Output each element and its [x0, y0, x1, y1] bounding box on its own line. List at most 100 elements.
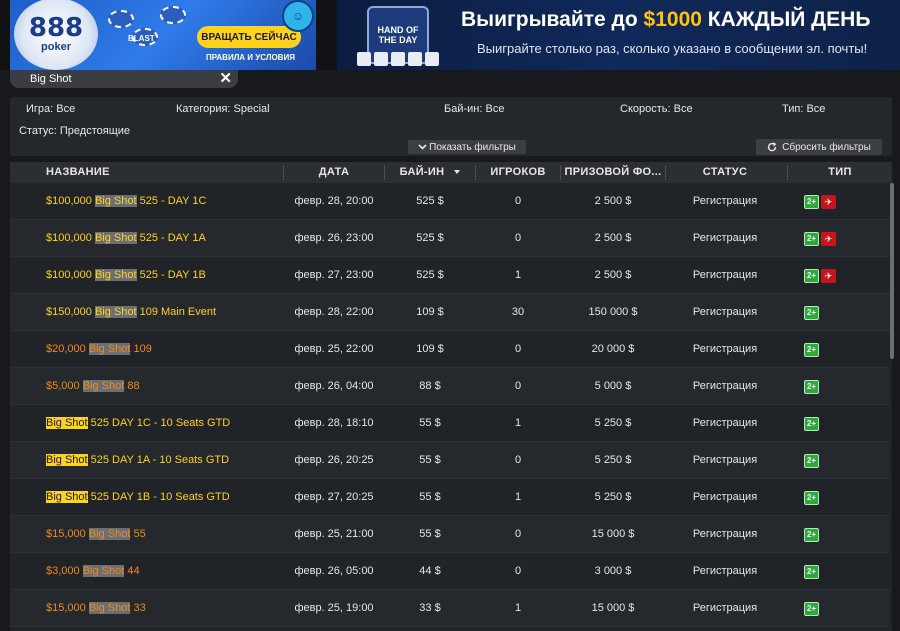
tournament-table: НАЗВАНИЕ ДАТА БАЙ-ИН ИГРОКОВ ПРИЗОВОЙ ФО…: [10, 162, 894, 631]
cell-type-icons: 2+: [804, 491, 819, 505]
search-highlight: Big Shot: [46, 417, 88, 429]
search-highlight: Big Shot: [94, 232, 137, 244]
filter-panel: Игра: Все Категория: Special Бай-ин: Все…: [10, 97, 892, 156]
cell-prize: 20 000 $: [591, 343, 635, 355]
satellite-icon: ✈: [821, 195, 836, 209]
filter-buyin[interactable]: Бай-ин: Все: [444, 103, 504, 115]
search-highlight: Big Shot: [82, 565, 125, 577]
tournament-name[interactable]: $100,000 Big Shot 525 - DAY 1A: [46, 220, 286, 257]
cell-type-icons: 2+: [804, 380, 819, 394]
cell-buyin: 55 $: [419, 454, 441, 466]
table-row[interactable]: Big Shot 525 DAY 1C - 10 Seats GTD февр. …: [10, 405, 890, 442]
table-row[interactable]: $100,000 Big Shot 525 - DAY 1C февр. 28, …: [10, 183, 890, 220]
column-status[interactable]: СТАТУС: [666, 162, 784, 183]
cell-date: февр. 26, 23:00: [294, 232, 374, 244]
refresh-icon: [767, 142, 777, 152]
cell-date: февр. 26, 05:00: [294, 565, 374, 577]
table-row[interactable]: $100,000 Big Shot 525 - DAY 1B февр. 27, …: [10, 257, 890, 294]
table-row[interactable]: $20,000 Big Shot 109 февр. 25, 22:00 109 $…: [10, 331, 890, 368]
table-row[interactable]: $15,000 Big Shot 55 февр. 25, 21:00 55 $ 0 1…: [10, 516, 890, 553]
cell-date: февр. 25, 19:00: [294, 602, 374, 614]
cell-players: 1: [514, 491, 522, 503]
cell-date: февр. 28, 18:10: [294, 417, 374, 429]
table-row[interactable]: $3,000 Big Shot 44 февр. 26, 05:00 44 $ 0 3 …: [10, 553, 890, 590]
tournament-name[interactable]: $15,000 Big Shot 55: [46, 516, 286, 553]
cell-buyin: 109 $: [416, 306, 444, 318]
cell-type-icons: 2+ ✈: [804, 232, 836, 246]
cell-players: 0: [514, 232, 522, 244]
tournament-name[interactable]: Big Shot 525 DAY 1B - 10 Seats GTD: [46, 479, 286, 516]
tournament-name[interactable]: Big Shot 525 DAY 1C - 10 Seats GTD: [46, 405, 286, 442]
chevron-down-icon: [418, 144, 427, 150]
search-chip[interactable]: Big Shot ✕: [10, 70, 238, 88]
cell-buyin: 525 $: [416, 232, 444, 244]
filter-game[interactable]: Игра: Все: [26, 103, 75, 115]
search-value: Big Shot: [30, 73, 72, 85]
cell-buyin: 55 $: [419, 528, 441, 540]
cell-type-icons: 2+: [804, 454, 819, 468]
table-row[interactable]: $5,000 Big Shot 88 февр. 26, 04:00 88 $ 0 5 …: [10, 368, 890, 405]
reset-filters-button[interactable]: Сбросить фильтры: [756, 139, 882, 155]
promo-banner-spin[interactable]: 888 poker BLAST ВРАЩАТЬ СЕЙЧАС ПРАВИЛА И…: [10, 0, 316, 70]
cell-date: февр. 25, 22:00: [294, 343, 374, 355]
table-row[interactable]: $15,000 Big Shot 33 февр. 25, 19:00 33 $ 1 1…: [10, 590, 890, 627]
column-type[interactable]: ТИП: [788, 162, 892, 183]
cell-players: 0: [514, 454, 522, 466]
column-name[interactable]: НАЗВАНИЕ: [46, 162, 166, 183]
column-buyin[interactable]: БАЙ-ИН: [385, 162, 475, 183]
table-row[interactable]: Big Shot 525 DAY 1A - 10 Seats GTD февр. …: [10, 442, 890, 479]
table-row[interactable]: $150,000 Big Shot 109 Main Event февр. 28…: [10, 294, 890, 331]
show-filters-button[interactable]: Показать фильтры: [408, 140, 526, 154]
cell-type-icons: 2+: [804, 343, 819, 357]
poker-chips-icon: BLAST: [102, 4, 192, 64]
filter-status[interactable]: Статус: Предстоящие: [19, 125, 130, 137]
cell-type-icons: 2+: [804, 417, 819, 431]
tournament-name[interactable]: $150,000 Big Shot 109 Main Event: [46, 294, 286, 331]
cell-buyin: 88 $: [419, 380, 441, 392]
spin-now-button[interactable]: ВРАЩАТЬ СЕЙЧАС: [197, 26, 301, 48]
cell-buyin: 525 $: [416, 195, 444, 207]
cell-prize: 15 000 $: [591, 528, 635, 540]
tournament-name[interactable]: $3,000 Big Shot 44: [46, 553, 286, 590]
table-row[interactable]: $100,000 Big Shot 525 - DAY 1A февр. 26, …: [10, 220, 890, 257]
rebuy-icon: 2+: [804, 195, 819, 209]
cell-buyin: 525 $: [416, 269, 444, 281]
cell-prize: 15 000 $: [591, 602, 635, 614]
column-date[interactable]: ДАТА: [284, 162, 384, 183]
table-row[interactable]: Big Shot 525 DAY 1B - 10 Seats GTD февр. …: [10, 479, 890, 516]
tournament-name[interactable]: $5,000 Big Shot 88: [46, 368, 286, 405]
cell-buyin: 55 $: [419, 491, 441, 503]
filter-type[interactable]: Тип: Все: [782, 103, 825, 115]
cell-buyin: 55 $: [419, 417, 441, 429]
cell-status: Регистрация: [692, 195, 758, 207]
tournament-name[interactable]: $15,000 Big Shot 33: [46, 590, 286, 627]
cell-status: Регистрация: [692, 380, 758, 392]
cell-buyin: 33 $: [419, 602, 441, 614]
column-players[interactable]: ИГРОКОВ: [476, 162, 560, 183]
search-highlight: Big Shot: [82, 380, 125, 392]
tournament-name[interactable]: $100,000 Big Shot 525 - DAY 1C: [46, 183, 286, 220]
clear-search-icon[interactable]: ✕: [219, 70, 232, 88]
rebuy-icon: 2+: [804, 306, 819, 320]
tournament-name[interactable]: $100,000 Big Shot 525 - DAY 1B: [46, 257, 286, 294]
table-scrollbar[interactable]: [890, 183, 894, 359]
cell-buyin: 44 $: [419, 565, 441, 577]
tournament-name[interactable]: $20,000 Big Shot 109: [46, 331, 286, 368]
terms-link[interactable]: ПРАВИЛА И УСЛОВИЯ: [206, 53, 295, 62]
cell-players: 1: [514, 417, 522, 429]
search-highlight: Big Shot: [88, 528, 131, 540]
tournament-name[interactable]: Big Shot 525 DAY 1A - 10 Seats GTD: [46, 442, 286, 479]
filter-speed[interactable]: Скорость: Все: [620, 103, 693, 115]
filter-category[interactable]: Категория: Special: [176, 103, 270, 115]
rebuy-icon: 2+: [804, 380, 819, 394]
cell-status: Регистрация: [692, 491, 758, 503]
table-body: $100,000 Big Shot 525 - DAY 1C февр. 28, …: [10, 183, 890, 627]
cell-prize: 5 250 $: [594, 454, 632, 466]
blast-label: BLAST: [128, 34, 155, 43]
column-prize[interactable]: ПРИЗОВОЙ ФО...: [561, 162, 665, 183]
search-highlight: Big Shot: [88, 343, 131, 355]
promo-banner-hand-of-the-day[interactable]: HAND OF THE DAY Выигрывайте до $1000 КАЖ…: [337, 0, 900, 70]
cell-status: Регистрация: [692, 306, 758, 318]
mascot-icon: ☺: [282, 0, 314, 32]
cell-prize: 5 250 $: [594, 491, 632, 503]
